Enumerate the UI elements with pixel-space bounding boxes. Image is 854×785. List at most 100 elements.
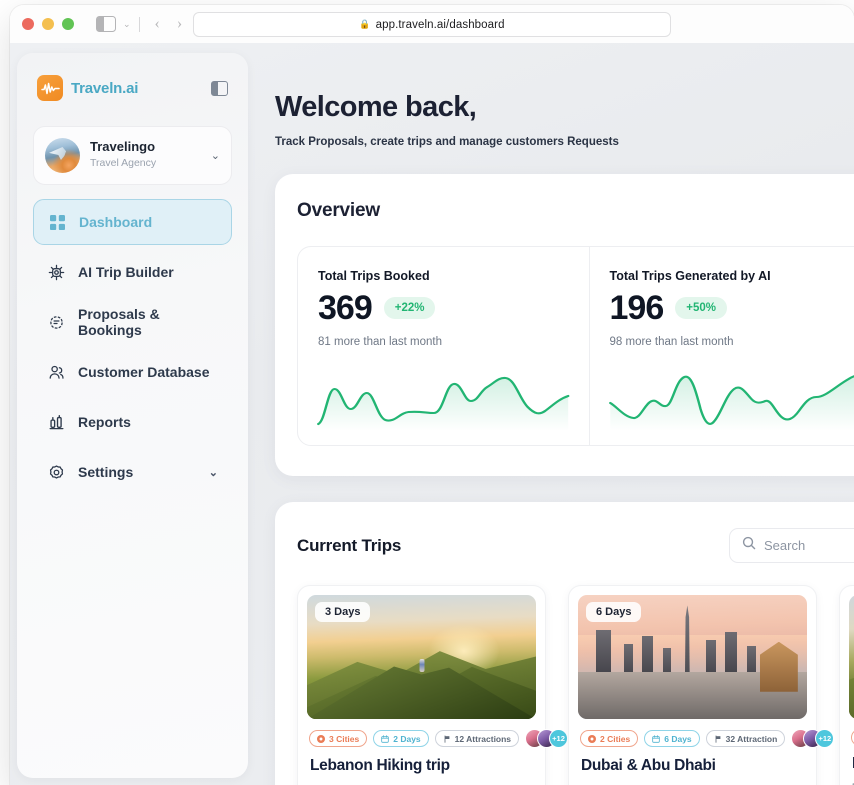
avatar-overflow-count: +12 <box>815 729 835 748</box>
trip-title: B <box>849 755 854 773</box>
main-content: Welcome back, Track Proposals, create tr… <box>257 43 854 785</box>
trip-card[interactable]: 3 Days 3 Cities 2 Days 12 Attractions +1… <box>297 585 569 785</box>
trip-card-list: 3 Days 3 Cities 2 Days 12 Attractions +1… <box>297 585 854 785</box>
back-button[interactable]: ‹ <box>148 15 167 33</box>
sparkline-chart-total-trips-generated-by-ai <box>608 369 854 431</box>
maximize-window-button[interactable] <box>62 18 74 30</box>
chevron-down-icon[interactable]: ⌄ <box>209 466 218 479</box>
trip-chips: 2 Cities 6 Days 32 Attraction +12 <box>578 729 835 748</box>
minimize-window-button[interactable] <box>42 18 54 30</box>
sidebar-item-label: Customer Database <box>78 364 210 380</box>
duration-badge: 6 Days <box>586 602 642 622</box>
chip-label: 12 Attractions <box>454 733 512 744</box>
org-name: Travelingo <box>90 139 156 155</box>
map-pin-icon <box>317 734 325 743</box>
note-icon <box>47 313 65 331</box>
sidebar-item-label: AI Trip Builder <box>78 264 174 280</box>
stat-label: Total Trips Generated by AI <box>609 269 771 283</box>
org-text: Travelingo Travel Agency <box>90 139 156 172</box>
sidebar-item-label: Dashboard <box>79 214 153 230</box>
sparkline-chart-total-trips-booked <box>316 369 571 431</box>
sidebar-item-settings[interactable]: Settings ⌄ <box>33 449 232 495</box>
stat-value: 196 <box>609 289 665 327</box>
chevron-down-icon[interactable]: ⌄ <box>211 149 220 162</box>
sidebar-item-dashboard[interactable]: Dashboard <box>33 199 232 245</box>
search-icon <box>742 536 756 555</box>
flag-icon <box>714 735 722 743</box>
brand-name: Traveln.ai <box>71 79 139 97</box>
stat-card-total-trips-booked: Total Trips Booked 369 +22% 81 more than… <box>298 247 589 445</box>
green-ridge-photo <box>849 595 854 719</box>
trip-chips <box>849 729 854 746</box>
chip-days: 2 Days <box>373 730 429 747</box>
trip-card[interactable]: 6 Days 2 Cities 6 Days 32 Attraction +12… <box>568 585 835 785</box>
trip-image <box>849 595 854 719</box>
users-icon <box>47 363 65 381</box>
chip-attractions: 32 Attraction <box>705 730 786 747</box>
current-trips-header: Current Trips <box>297 528 854 563</box>
chip-cities: 3 Cities <box>309 730 368 747</box>
toolbar-divider <box>138 16 140 32</box>
org-avatar <box>45 138 80 173</box>
chevron-down-icon[interactable]: ⌄ <box>123 19 131 30</box>
sidebar-item-proposals-bookings[interactable]: Proposals & Bookings <box>33 299 232 345</box>
chip-label: 6 Days <box>664 733 692 744</box>
gear-icon <box>47 463 65 481</box>
calendar-icon <box>381 734 389 743</box>
grid-icon <box>48 213 66 231</box>
map-pin-icon <box>588 734 596 743</box>
chip-label: 2 Days <box>393 733 421 744</box>
bar-chart-icon <box>47 413 65 431</box>
stat-delta-badge: +22% <box>383 297 436 319</box>
forward-button[interactable]: › <box>170 15 189 33</box>
trip-chips: 3 Cities 2 Days 12 Attractions +12 <box>307 729 569 748</box>
stat-subtext: 98 more than last month <box>609 336 734 348</box>
overview-card: Overview Total Trips Booked 369 +22% 81 … <box>275 174 854 476</box>
chip-label: 32 Attraction <box>725 733 778 744</box>
org-switcher[interactable]: Travelingo Travel Agency ⌄ <box>33 126 232 185</box>
url-text: app.traveln.ai/dashboard <box>375 18 505 31</box>
page-title: Welcome back, <box>275 91 477 123</box>
avatar-overflow-count: +12 <box>549 729 569 748</box>
chip-label: 3 Cities <box>329 733 360 744</box>
brand[interactable]: Traveln.ai <box>37 75 138 101</box>
search-box[interactable] <box>729 528 854 563</box>
browser-titlebar: ⌄ ‹ › 🔒 app.traveln.ai/dashboard <box>10 5 854 43</box>
chip-days: 6 Days <box>644 730 700 747</box>
sidebar-item-ai-trip-builder[interactable]: AI Trip Builder <box>33 249 232 295</box>
current-trips-card: Current Trips Search 3 Days 3 Cities 2 D… <box>275 502 854 785</box>
stat-value-row: 369 +22% <box>318 291 569 325</box>
calendar-icon <box>652 734 660 743</box>
duration-badge: 3 Days <box>315 602 371 622</box>
sidebar-toggle-icon[interactable] <box>96 16 116 32</box>
sidebar-item-label: Settings <box>78 464 134 480</box>
sidebar-header: Traveln.ai <box>33 75 232 101</box>
overview-title: Overview <box>297 200 380 221</box>
stat-label: Total Trips Booked <box>318 269 430 283</box>
sidebar: Traveln.ai Travelingo Travel Agency ⌄ Da… <box>17 53 248 778</box>
stat-card-total-trips-generated-by-ai: Total Trips Generated by AI 196 +50% 98 … <box>588 247 854 445</box>
hiker-figure <box>419 659 424 673</box>
trip-title: Lebanon Hiking trip <box>310 757 450 774</box>
sidebar-item-reports[interactable]: Reports <box>33 399 232 445</box>
stats-group: Total Trips Booked 369 +22% 81 more than… <box>297 246 854 446</box>
cpu-chip-icon <box>47 263 65 281</box>
close-window-button[interactable] <box>22 18 34 30</box>
sidebar-item-customer-database[interactable]: Customer Database <box>33 349 232 395</box>
chip-cities: 2 Cities <box>580 730 639 747</box>
trip-title: Dubai & Abu Dhabi <box>581 757 716 774</box>
sidebar-item-label: Reports <box>78 414 131 430</box>
flag-icon <box>443 735 451 743</box>
pulse-wave-icon <box>37 75 63 101</box>
sidebar-nav: Dashboard AI Trip Builder Proposals & Bo… <box>33 199 232 495</box>
trip-card[interactable]: B D t <box>839 585 854 785</box>
stat-value-row: 196 +50% <box>610 291 854 325</box>
sidebar-panel-icon[interactable] <box>211 80 228 96</box>
page-subtitle: Track Proposals, create trips and manage… <box>275 136 619 148</box>
sidebar-item-label: Proposals & Bookings <box>78 306 160 338</box>
avatar-group[interactable]: +12 <box>525 729 569 748</box>
browser-window: ⌄ ‹ › 🔒 app.traveln.ai/dashboard Traveln… <box>10 5 854 785</box>
search-input[interactable] <box>764 538 854 553</box>
address-bar[interactable]: 🔒 app.traveln.ai/dashboard <box>193 12 671 37</box>
avatar-group[interactable]: +12 <box>791 729 835 748</box>
